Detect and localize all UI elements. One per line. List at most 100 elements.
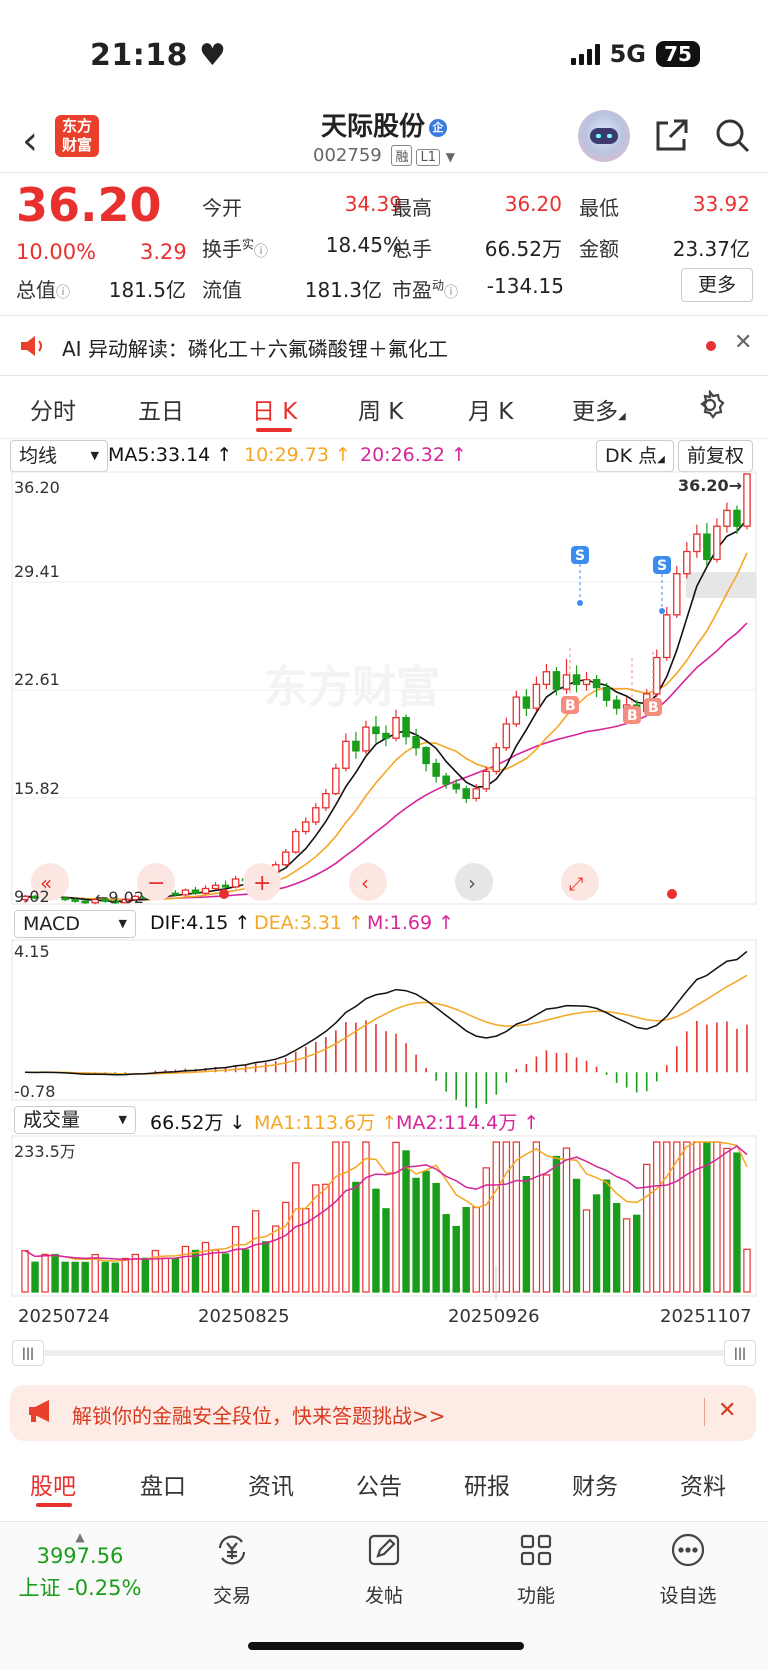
- close-icon[interactable]: ✕: [734, 330, 752, 355]
- chevron-left-icon: ‹: [361, 871, 369, 895]
- volume-bar: [442, 1214, 450, 1293]
- stock-name: 天际股份: [320, 112, 425, 142]
- dif-legend: DIF:4.15 ↑: [150, 912, 251, 934]
- adjust-button[interactable]: 前复权: [678, 440, 754, 472]
- date-label: 20250825: [198, 1306, 290, 1327]
- volume-legend: 66.52万 ↓: [150, 1112, 246, 1134]
- more-dots-icon: [671, 1533, 705, 1567]
- pe-value: -134.15: [486, 274, 564, 298]
- indicator-select-macd[interactable]: MACD ▼: [14, 910, 136, 938]
- candle-body: [181, 889, 190, 896]
- volume-bar: [81, 1261, 89, 1293]
- amount-label: 金额: [579, 237, 619, 261]
- tab-profile[interactable]: 资料: [680, 1467, 726, 1501]
- volume-bar: [512, 1141, 521, 1293]
- scroll-handle-right[interactable]: |||: [724, 1340, 756, 1366]
- dk-point-button[interactable]: DK 点◢: [596, 440, 674, 472]
- index-value: 3997.56: [36, 1544, 124, 1568]
- candle-body: [743, 473, 751, 527]
- candle-body: [462, 788, 470, 799]
- svg-text:B: B: [565, 698, 576, 714]
- candle-body: [612, 699, 621, 709]
- expand-icon: ⤢: [569, 874, 584, 895]
- tab-five-day[interactable]: 五日: [138, 392, 184, 426]
- chart-range-scrollbar[interactable]: ||| |||: [12, 1340, 756, 1366]
- volume-bar: [282, 1201, 290, 1293]
- tab-monthly-k[interactable]: 月 K: [468, 392, 513, 426]
- indicator-select-volume[interactable]: 成交量 ▼: [14, 1106, 136, 1134]
- price-axis-label: 36.20: [14, 478, 60, 497]
- candle-body: [81, 900, 89, 904]
- tab-news[interactable]: 资讯: [248, 1467, 294, 1501]
- active-tab-indicator: [256, 428, 292, 432]
- index-name-change: 上证 -0.25%: [18, 1576, 142, 1600]
- tab-financials[interactable]: 财务: [572, 1467, 618, 1501]
- event-dot[interactable]: [219, 889, 229, 899]
- candle-body: [522, 696, 531, 709]
- volume-axis-top: 233.5万: [14, 1142, 76, 1161]
- watermark: 东方财富: [264, 662, 440, 713]
- volume-bar: [332, 1141, 340, 1293]
- market-cap-value: 181.5亿: [108, 278, 186, 302]
- info-icon: ⓘ: [56, 285, 70, 301]
- divider: [704, 1398, 705, 1426]
- volume-bar: [472, 1206, 480, 1293]
- pe-label[interactable]: 市盈动ⓘ: [392, 274, 458, 303]
- candle-body: [592, 679, 601, 689]
- edit-icon: [368, 1534, 400, 1566]
- more-quote-button[interactable]: 更多: [681, 268, 753, 302]
- volume-bar: [241, 1249, 250, 1293]
- tab-weekly-k[interactable]: 周 K: [358, 392, 403, 426]
- tab-announcements[interactable]: 公告: [356, 1467, 402, 1501]
- volume-bar: [251, 1210, 260, 1293]
- high-value: 36.20: [504, 192, 562, 216]
- candle-body: [422, 747, 430, 765]
- dropdown-icon: ▼: [118, 1113, 127, 1126]
- ai-insight-text[interactable]: AI 异动解读：磷化工＋六氟磷酸锂＋氟化工: [62, 333, 448, 362]
- volume-bar: [322, 1183, 330, 1293]
- settings-gear-icon[interactable]: [695, 388, 725, 424]
- turnover-label[interactable]: 换手实ⓘ: [202, 233, 268, 262]
- share-icon[interactable]: [652, 115, 692, 155]
- tab-research[interactable]: 研报: [464, 1467, 510, 1501]
- unread-dot: [706, 341, 716, 351]
- nav-add-watchlist[interactable]: 设自选: [638, 1530, 738, 1608]
- vol-ma2-legend: MA2:114.4万 ↑: [396, 1112, 540, 1134]
- price-axis-label: 22.61: [14, 670, 60, 689]
- nav-functions[interactable]: 功能: [486, 1530, 586, 1608]
- scroll-handle-left[interactable]: |||: [12, 1340, 44, 1366]
- candle-body: [291, 830, 300, 853]
- volume-bar: [61, 1261, 69, 1293]
- candle-body: [542, 671, 551, 686]
- volume-bar: [622, 1218, 631, 1293]
- indicator-select-ma[interactable]: 均线 ▼: [10, 440, 108, 472]
- tab-more[interactable]: 更多◢: [572, 392, 626, 426]
- macd-axis-top: 4.15: [14, 942, 50, 961]
- volume-bar: [602, 1179, 611, 1293]
- candle-body: [71, 898, 79, 902]
- grid-icon: [520, 1534, 552, 1566]
- volume-bar: [21, 1249, 29, 1293]
- date-label: 20250724: [18, 1306, 110, 1327]
- chevron-down-icon: ▼: [445, 150, 455, 164]
- tab-daily-k[interactable]: 日 K: [252, 392, 297, 426]
- nav-trade[interactable]: 交易: [182, 1530, 282, 1608]
- volume-bar: [733, 1152, 741, 1293]
- event-dot[interactable]: [667, 889, 677, 899]
- search-icon[interactable]: [712, 115, 752, 155]
- low-value: 33.92: [692, 192, 750, 216]
- index-ticker[interactable]: ▲ 3997.56 上证 -0.25%: [0, 1530, 160, 1602]
- close-icon[interactable]: ✕: [718, 1398, 736, 1423]
- tab-forum[interactable]: 股吧: [30, 1467, 76, 1501]
- price-axis-label: 15.82: [14, 779, 60, 798]
- volume-bar: [412, 1177, 420, 1293]
- promo-text[interactable]: 解锁你的金融安全段位，快来答题挑战>>: [72, 1400, 446, 1429]
- ai-assistant-avatar[interactable]: [578, 110, 630, 162]
- candle-body: [532, 683, 541, 709]
- tab-order-book[interactable]: 盘口: [140, 1467, 186, 1501]
- tab-intraday[interactable]: 分时: [30, 392, 76, 426]
- volume-bar: [261, 1241, 270, 1293]
- nav-post[interactable]: 发帖: [334, 1530, 434, 1608]
- volume-bar: [612, 1202, 621, 1293]
- market-cap-label[interactable]: 总值ⓘ: [16, 274, 70, 303]
